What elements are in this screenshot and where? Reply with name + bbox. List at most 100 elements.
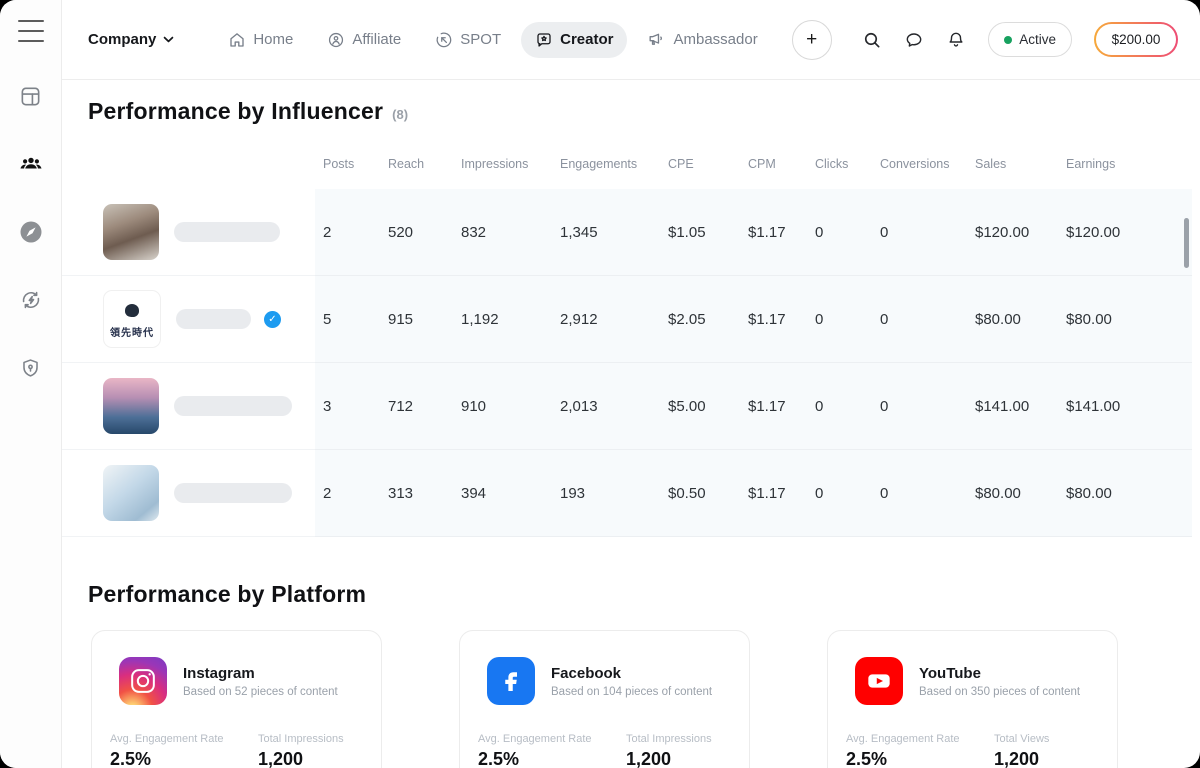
status-dot-icon <box>1004 36 1012 44</box>
nav-item-home[interactable]: Home <box>214 22 307 58</box>
influencer-avatar[interactable] <box>103 204 159 260</box>
spot-arrow-circle-icon <box>435 31 453 49</box>
platform-section-header: Performance by Platform <box>88 581 1200 608</box>
top-navigation: Company Home Affiliate SPOT Creator <box>62 0 1200 80</box>
column-header: Sales <box>975 157 1066 171</box>
megaphone-icon <box>647 30 666 49</box>
app-window: Company Home Affiliate SPOT Creator <box>0 0 1200 768</box>
cell-conversions: 0 <box>880 398 975 415</box>
influencer-avatar[interactable] <box>103 465 159 521</box>
cell-clicks: 0 <box>815 224 880 241</box>
cell-engagements: 2,912 <box>560 311 668 328</box>
cell-posts: 3 <box>323 398 388 415</box>
menu-icon[interactable] <box>18 20 44 42</box>
cell-earnings: $120.00 <box>1066 224 1192 241</box>
avatar-logo-text: 領先時代 <box>104 324 160 339</box>
platform-card[interactable]: Instagram Based on 52 pieces of content … <box>91 630 382 768</box>
topnav-right-group: Active $200.00 <box>862 22 1178 57</box>
table-header-columns: PostsReachImpressionsEngagementsCPECPMCl… <box>315 157 1192 171</box>
table-scrollbar[interactable] <box>1184 218 1189 268</box>
cell-posts: 5 <box>323 311 388 328</box>
bell-icon[interactable] <box>946 30 966 50</box>
cell-sales: $120.00 <box>975 224 1066 241</box>
stat1-label: Avg. Engagement Rate <box>478 733 626 745</box>
status-pill[interactable]: Active <box>988 22 1072 57</box>
cell-clicks: 0 <box>815 485 880 502</box>
platform-cards: Instagram Based on 52 pieces of content … <box>62 630 1200 768</box>
nav-item-creator[interactable]: Creator <box>521 22 627 58</box>
influencer-table: PostsReachImpressionsEngagementsCPECPMCl… <box>62 150 1200 537</box>
row-metrics: 3 712 910 2,013 $5.00 $1.17 0 0 $141.00 … <box>315 363 1192 450</box>
cell-cpe: $1.05 <box>668 224 748 241</box>
cell-engagements: 193 <box>560 485 668 502</box>
influencer-cell: ✓ <box>62 363 315 450</box>
main-area: Company Home Affiliate SPOT Creator <box>62 0 1200 768</box>
verified-badge-icon: ✓ <box>264 311 281 328</box>
search-icon[interactable] <box>862 30 882 50</box>
add-button[interactable]: + <box>792 20 832 60</box>
table-row[interactable]: ✓ 3 712 910 2,013 $5.00 $1.17 0 0 $141.0… <box>62 363 1200 450</box>
youtube-icon <box>855 657 903 705</box>
cell-engagements: 1,345 <box>560 224 668 241</box>
platform-subtitle: Based on 350 pieces of content <box>919 686 1080 698</box>
platform-stats: Avg. Engagement Rate 2.5% Total Impressi… <box>478 733 731 768</box>
people-group-icon[interactable] <box>19 152 43 176</box>
cell-reach: 915 <box>388 311 461 328</box>
platform-card-header: YouTube Based on 350 pieces of content <box>846 657 1099 705</box>
stat1-value: 2.5% <box>110 749 258 768</box>
balance-pill[interactable]: $200.00 <box>1094 22 1178 56</box>
influencer-rows: ✓ 2 520 832 1,345 $1.05 $1.17 0 0 $120.0… <box>62 189 1200 537</box>
table-row[interactable]: ✓ 2 520 832 1,345 $1.05 $1.17 0 0 $120.0… <box>62 189 1200 276</box>
instagram-icon <box>119 657 167 705</box>
balance-label: $200.00 <box>1096 24 1177 55</box>
stat1-value: 2.5% <box>846 749 994 768</box>
stat2-label: Total Impressions <box>258 733 363 745</box>
influencer-cell: ✓ <box>62 450 315 537</box>
platform-card[interactable]: Facebook Based on 104 pieces of content … <box>459 630 750 768</box>
stat2-value: 1,200 <box>626 749 731 768</box>
nav-label-affiliate: Affiliate <box>352 31 401 48</box>
nav-label-creator: Creator <box>560 31 613 48</box>
company-dropdown[interactable]: Company <box>88 31 174 48</box>
platform-stats: Avg. Engagement Rate 2.5% Total Impressi… <box>110 733 363 768</box>
cell-conversions: 0 <box>880 485 975 502</box>
stat2-value: 1,200 <box>994 749 1099 768</box>
creator-bubble-badge-icon <box>535 31 553 49</box>
table-header-row: PostsReachImpressionsEngagementsCPECPMCl… <box>62 150 1200 178</box>
stat2-value: 1,200 <box>258 749 363 768</box>
cell-cpm: $1.17 <box>748 311 815 328</box>
influencer-avatar[interactable] <box>103 378 159 434</box>
cell-reach: 712 <box>388 398 461 415</box>
stat2-label: Total Views <box>994 733 1099 745</box>
cell-conversions: 0 <box>880 224 975 241</box>
page-title: Performance by Influencer <box>88 98 383 125</box>
nav-item-ambassador[interactable]: Ambassador <box>633 21 771 58</box>
table-row[interactable]: 領先時代 ✓ 5 915 1,192 2,912 $2.05 $1.17 0 0… <box>62 276 1200 363</box>
layout-dashboard-icon[interactable] <box>19 84 43 108</box>
cell-cpe: $0.50 <box>668 485 748 502</box>
sidebar <box>0 0 62 768</box>
cell-sales: $80.00 <box>975 485 1066 502</box>
compass-icon[interactable] <box>19 220 43 244</box>
affiliate-person-circle-icon <box>327 31 345 49</box>
cell-sales: $80.00 <box>975 311 1066 328</box>
shield-lock-icon[interactable] <box>19 356 43 380</box>
platform-subtitle: Based on 104 pieces of content <box>551 686 712 698</box>
table-row[interactable]: ✓ 2 313 394 193 $0.50 $1.17 0 0 $80.00 $… <box>62 450 1200 537</box>
energy-cycle-icon[interactable] <box>19 288 43 312</box>
nav-item-spot[interactable]: SPOT <box>421 22 515 58</box>
nav-item-affiliate[interactable]: Affiliate <box>313 22 415 58</box>
chat-icon[interactable] <box>904 30 924 50</box>
column-header: Posts <box>323 157 388 171</box>
influencer-avatar[interactable]: 領先時代 <box>103 290 161 348</box>
nav-label-ambassador: Ambassador <box>673 31 757 48</box>
platform-name: YouTube <box>919 665 1080 682</box>
cell-reach: 313 <box>388 485 461 502</box>
stat2-label: Total Impressions <box>626 733 731 745</box>
influencer-section-header: Performance by Influencer (8) <box>88 98 1200 125</box>
stat1-label: Avg. Engagement Rate <box>110 733 258 745</box>
influencer-count: (8) <box>392 107 408 122</box>
name-placeholder-pill <box>174 222 280 242</box>
platform-card[interactable]: YouTube Based on 350 pieces of content A… <box>827 630 1118 768</box>
column-header: Conversions <box>880 157 975 171</box>
